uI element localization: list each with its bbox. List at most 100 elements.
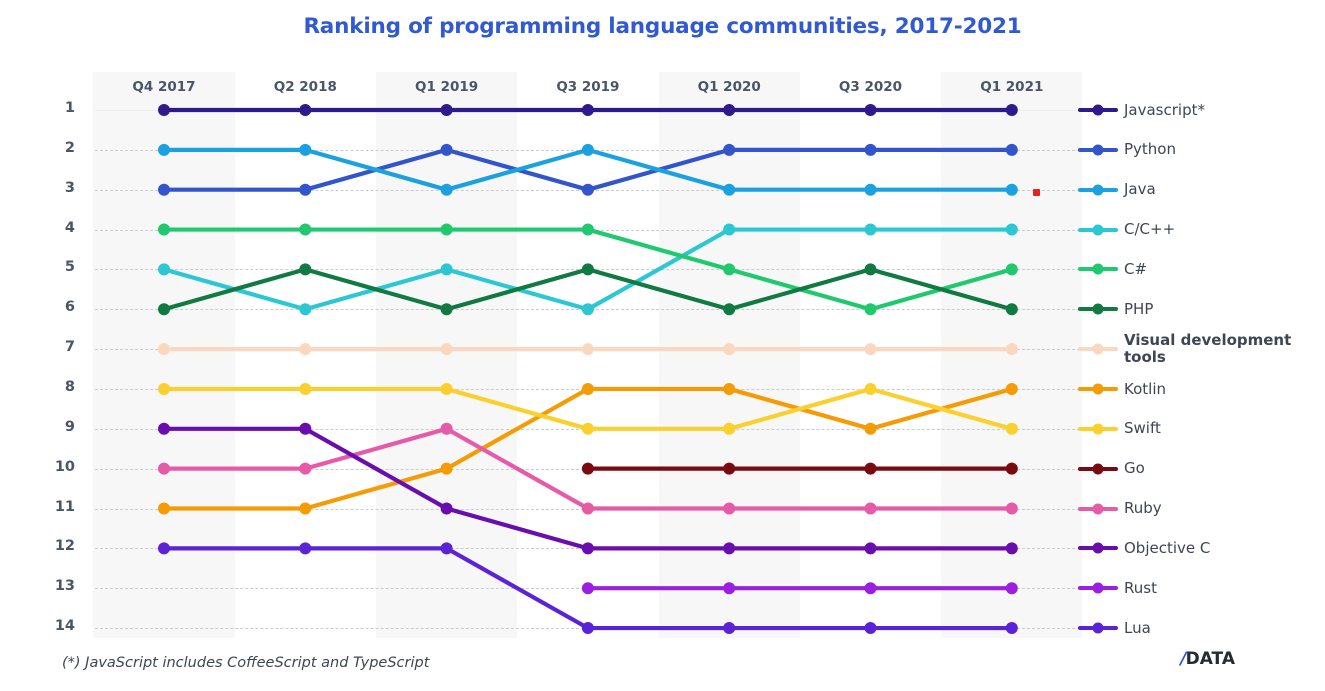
legend-label: Javascript*	[1124, 100, 1205, 119]
legend-item-ruby[interactable]: Ruby	[1078, 499, 1162, 519]
data-point	[158, 462, 170, 475]
data-point	[864, 183, 877, 196]
data-point	[723, 502, 736, 515]
data-point	[158, 183, 170, 196]
data-point	[723, 263, 736, 276]
legend-label: Python	[1124, 140, 1176, 159]
data-point	[581, 104, 594, 116]
legend-item-swift[interactable]: Swift	[1078, 419, 1161, 439]
legend-label: Kotlin	[1124, 379, 1166, 398]
data-point	[581, 303, 594, 316]
data-point	[440, 143, 453, 156]
data-point	[864, 303, 877, 316]
legend-item-objective-c[interactable]: Objective C	[1078, 538, 1210, 558]
data-point	[440, 303, 453, 316]
legend-swatch-icon	[1078, 263, 1118, 275]
legend-label: PHP	[1124, 299, 1154, 318]
data-point	[1005, 582, 1018, 595]
data-point	[581, 143, 594, 156]
data-point	[299, 303, 312, 316]
legend-label: Go	[1124, 459, 1145, 478]
legend-item-visual-development-tools[interactable]: Visual development tools	[1078, 330, 1291, 368]
data-point	[158, 104, 170, 116]
y-tick-5: 5	[64, 259, 75, 276]
data-point	[723, 143, 736, 156]
data-point	[864, 263, 877, 276]
data-point	[864, 462, 877, 475]
data-point	[1005, 303, 1018, 316]
data-point	[158, 382, 170, 395]
data-point	[299, 183, 312, 196]
data-point	[723, 422, 736, 435]
legend-swatch-icon	[1078, 184, 1118, 196]
legend-label: C/C++	[1124, 220, 1176, 239]
data-point	[864, 143, 877, 156]
data-point	[1005, 502, 1018, 515]
logo-wordmark: DATA	[1185, 649, 1235, 669]
data-point	[158, 422, 170, 435]
data-point	[581, 183, 594, 196]
data-point	[723, 582, 736, 595]
data-point	[1005, 422, 1018, 435]
data-point	[1005, 143, 1018, 156]
legend-swatch-icon	[1078, 104, 1118, 116]
legend-item-go[interactable]: Go	[1078, 459, 1145, 479]
legend-item-php[interactable]: PHP	[1078, 299, 1153, 319]
series-javascript	[158, 104, 1018, 116]
chart-legend: Javascript* Python Java C/C++ C# PHP Visual de…	[1078, 72, 1325, 638]
legend-item-rust[interactable]: Rust	[1078, 578, 1157, 598]
data-point	[1005, 183, 1018, 196]
data-point	[723, 542, 736, 555]
data-point	[299, 263, 312, 276]
legend-label: Visual development tools	[1124, 331, 1292, 367]
data-point	[440, 462, 453, 475]
data-point	[158, 343, 170, 356]
y-tick-1: 1	[64, 100, 75, 116]
legend-swatch-icon	[1078, 144, 1118, 156]
data-point	[581, 502, 594, 515]
data-point	[440, 382, 453, 395]
data-point	[1005, 223, 1018, 236]
legend-swatch-icon	[1078, 224, 1118, 236]
y-tick-7: 7	[64, 339, 75, 356]
legend-item-c[interactable]: C#	[1078, 259, 1147, 279]
legend-swatch-icon	[1078, 503, 1118, 514]
data-point	[1005, 343, 1018, 356]
data-point	[581, 343, 594, 356]
legend-label: C#	[1124, 259, 1148, 278]
y-tick-14: 14	[54, 618, 75, 635]
data-point	[158, 223, 170, 236]
data-point	[158, 263, 170, 276]
data-point	[158, 143, 170, 156]
legend-item-python[interactable]: Python	[1078, 140, 1176, 160]
legend-label: Java	[1124, 180, 1156, 199]
legend-label: Objective C	[1124, 538, 1211, 557]
series-go	[581, 462, 1018, 475]
legend-item-javascript[interactable]: Javascript*	[1078, 100, 1205, 120]
data-point	[864, 542, 877, 555]
data-point	[299, 223, 312, 236]
data-point	[299, 502, 312, 515]
legend-swatch-icon	[1078, 463, 1118, 475]
legend-label: Lua	[1124, 618, 1151, 637]
data-point	[158, 502, 170, 515]
data-point	[1005, 104, 1018, 116]
legend-swatch-icon	[1078, 542, 1118, 554]
data-point	[440, 542, 453, 555]
legend-item-c-c[interactable]: C/C++	[1078, 220, 1175, 240]
series-rust	[581, 582, 1018, 595]
data-point	[723, 382, 736, 395]
legend-label: Ruby	[1124, 499, 1162, 518]
data-point	[864, 422, 877, 435]
legend-item-lua[interactable]: Lua	[1078, 618, 1151, 638]
data-point	[864, 502, 877, 515]
y-tick-4: 4	[64, 219, 75, 236]
data-point	[440, 263, 453, 276]
data-point	[581, 462, 594, 475]
legend-item-java[interactable]: Java	[1078, 180, 1156, 200]
footnote: (*) JavaScript includes CoffeeScript and…	[62, 655, 430, 671]
data-point	[723, 303, 736, 316]
data-point	[299, 462, 312, 475]
data-point	[440, 223, 453, 236]
legend-item-kotlin[interactable]: Kotlin	[1078, 379, 1166, 399]
